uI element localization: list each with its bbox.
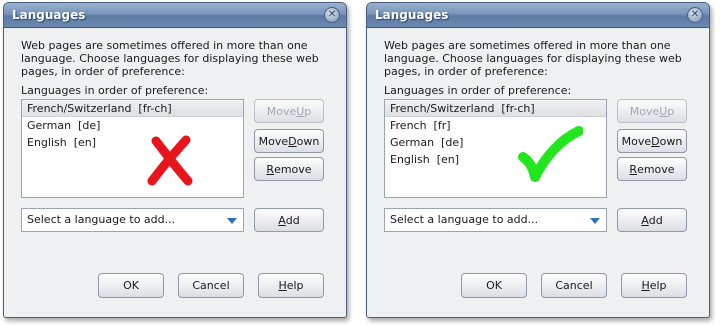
list-item[interactable]: French/Switzerland [fr-ch] <box>385 100 606 117</box>
remove-button[interactable]: Remove <box>254 157 324 181</box>
list-label: Languages in order of preference: <box>21 84 209 97</box>
help-button[interactable]: Help <box>258 273 324 298</box>
add-button[interactable]: Add <box>617 208 687 232</box>
add-language-select[interactable]: Select a language to add... <box>384 208 607 232</box>
title-bar[interactable]: Languages ✕ <box>4 3 346 28</box>
list-item[interactable]: French/Switzerland [fr-ch] <box>22 100 243 117</box>
move-up-button[interactable]: Move Up <box>617 99 687 123</box>
help-button[interactable]: Help <box>621 273 687 298</box>
languages-dialog-incorrect: Languages ✕ Web pages are sometimes offe… <box>3 2 347 318</box>
ok-button[interactable]: OK <box>98 273 164 298</box>
list-item[interactable]: German [de] <box>22 117 243 134</box>
remove-button[interactable]: Remove <box>617 157 687 181</box>
select-placeholder: Select a language to add... <box>27 213 176 226</box>
close-icon[interactable]: ✕ <box>324 7 340 23</box>
languages-dialog-correct: Languages ✕ Web pages are sometimes offe… <box>366 2 710 318</box>
list-item[interactable]: English [en] <box>22 134 243 151</box>
cancel-button[interactable]: Cancel <box>178 273 244 298</box>
check-mark-icon <box>518 126 583 182</box>
add-language-select[interactable]: Select a language to add... <box>21 208 244 232</box>
move-down-button[interactable]: Move Down <box>254 129 324 153</box>
dropdown-arrow-icon[interactable] <box>227 218 237 224</box>
add-button[interactable]: Add <box>254 208 324 232</box>
description-text: Web pages are sometimes offered in more … <box>384 39 682 78</box>
title-bar[interactable]: Languages ✕ <box>367 3 709 28</box>
ok-button[interactable]: OK <box>461 273 527 298</box>
cancel-button[interactable]: Cancel <box>541 273 607 298</box>
cross-mark-icon <box>147 135 193 186</box>
list-label: Languages in order of preference: <box>384 84 572 97</box>
close-icon[interactable]: ✕ <box>687 7 703 23</box>
select-placeholder: Select a language to add... <box>390 213 539 226</box>
dialog-title: Languages <box>375 8 449 22</box>
dropdown-arrow-icon[interactable] <box>590 218 600 224</box>
dialog-title: Languages <box>12 8 86 22</box>
language-list[interactable]: French/Switzerland [fr-ch] German [de] E… <box>21 99 244 198</box>
move-up-button[interactable]: Move Up <box>254 99 324 123</box>
description-text: Web pages are sometimes offered in more … <box>21 39 319 78</box>
move-down-button[interactable]: Move Down <box>617 129 687 153</box>
